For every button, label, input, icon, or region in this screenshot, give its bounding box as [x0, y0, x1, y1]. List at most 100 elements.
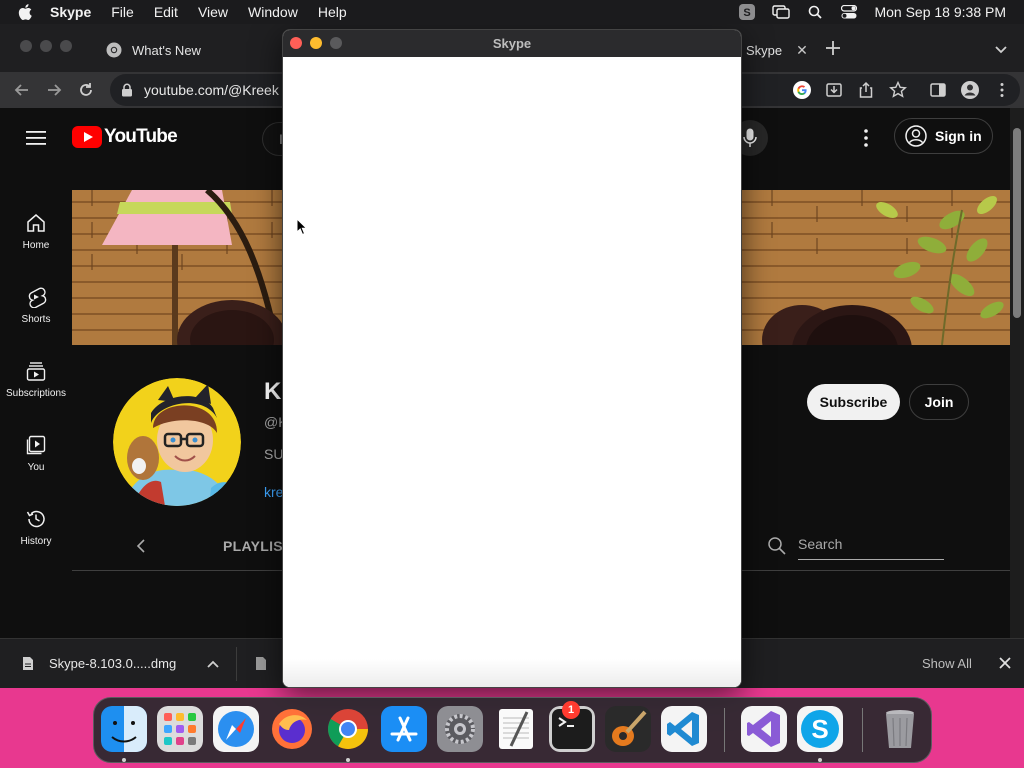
profile-icon[interactable] [960, 80, 980, 100]
chrome-close-button[interactable] [20, 40, 32, 52]
dock: 1 S [93, 697, 932, 763]
channel-search-icon[interactable] [767, 536, 787, 556]
join-button[interactable]: Join [909, 384, 969, 420]
channel-description[interactable]: SU [264, 446, 283, 462]
show-all-downloads-button[interactable]: Show All [922, 656, 972, 671]
download-item-name[interactable]: Skype-8.103.0.....dmg [49, 656, 176, 671]
url-text: youtube.com/@Kreek [144, 82, 279, 98]
dock-launchpad[interactable] [157, 706, 203, 752]
skype-status-icon[interactable]: S [738, 3, 756, 21]
menu-app-name[interactable]: Skype [50, 0, 91, 24]
tabs-scroll-left-icon[interactable] [134, 538, 148, 554]
sidebar-item-label: You [27, 462, 45, 473]
more-options-icon[interactable] [858, 128, 874, 148]
page-scrollbar[interactable] [1010, 108, 1024, 638]
bookmark-star-icon[interactable] [888, 80, 908, 100]
chrome-zoom-button[interactable] [60, 40, 72, 52]
chrome-menu-icon[interactable] [992, 80, 1012, 100]
dock-garageband[interactable] [605, 706, 651, 752]
sign-in-label: Sign in [935, 128, 982, 144]
forward-arrow-icon[interactable] [44, 80, 64, 100]
chrome-favicon-icon [106, 42, 122, 58]
sidebar-item-subscriptions[interactable]: Subscriptions [0, 356, 72, 420]
skype-minimize-button[interactable] [310, 37, 322, 49]
menu-clock[interactable]: Mon Sep 18 9:38 PM [874, 4, 1006, 20]
menu-file[interactable]: File [111, 0, 134, 24]
sidebar-item-shorts[interactable]: Shorts [0, 282, 72, 346]
close-downloads-icon[interactable] [998, 656, 1012, 670]
google-icon[interactable] [792, 80, 812, 100]
dock-separator [862, 708, 863, 752]
channel-name: K [264, 378, 282, 405]
skype-title-bar[interactable]: Skype [283, 30, 741, 57]
install-icon[interactable] [824, 80, 844, 100]
tab-whats-new[interactable]: What's New [106, 34, 201, 66]
dock-chrome[interactable] [325, 706, 371, 752]
tab-search-chevron-icon[interactable] [992, 40, 1010, 58]
tab-playlists[interactable]: PLAYLIS [223, 538, 283, 554]
running-indicator [122, 758, 126, 762]
dock-textedit[interactable] [493, 706, 539, 752]
svg-text:S: S [744, 7, 751, 19]
dock-separator [724, 708, 725, 752]
running-indicator [346, 758, 350, 762]
sidebar-item-label: Home [22, 240, 50, 251]
download-separator [236, 647, 237, 681]
reload-icon[interactable] [76, 80, 96, 100]
menu-help[interactable]: Help [318, 0, 347, 24]
chevron-up-icon[interactable] [206, 658, 220, 670]
mouse-cursor-icon [296, 218, 308, 236]
dock-system-settings[interactable] [437, 706, 483, 752]
sign-in-button[interactable]: Sign in [894, 118, 993, 154]
screen-mirroring-icon[interactable] [772, 3, 791, 21]
apple-logo-icon[interactable] [16, 2, 36, 22]
subscribe-button[interactable]: Subscribe [807, 384, 900, 420]
side-panel-icon[interactable] [928, 80, 948, 100]
dock-safari[interactable] [213, 706, 259, 752]
menu-view[interactable]: View [198, 0, 228, 24]
new-tab-icon[interactable] [823, 38, 843, 58]
tab-skype[interactable]: Skype ✕ [746, 34, 808, 66]
back-arrow-icon[interactable] [12, 80, 32, 100]
skype-window: Skype [282, 29, 742, 688]
file-icon[interactable] [255, 656, 267, 671]
sidebar-item-label: Shorts [21, 314, 51, 325]
home-icon [27, 214, 45, 232]
skype-window-title: Skype [492, 36, 532, 51]
share-icon[interactable] [856, 80, 876, 100]
subscriptions-icon [26, 362, 46, 381]
sidebar-item-home[interactable]: Home [0, 208, 72, 272]
channel-search-input[interactable]: Search [798, 536, 944, 560]
skype-icon: S [797, 706, 843, 752]
firefox-icon [272, 709, 312, 749]
file-icon [23, 657, 33, 670]
skype-content-area[interactable] [283, 57, 741, 687]
scrollbar-thumb[interactable] [1013, 128, 1021, 318]
dock-finder[interactable] [101, 706, 147, 752]
dock-vscode[interactable] [661, 706, 707, 752]
menu-edit[interactable]: Edit [154, 0, 178, 24]
skype-close-button[interactable] [290, 37, 302, 49]
dock-app-store[interactable] [381, 706, 427, 752]
chrome-minimize-button[interactable] [40, 40, 52, 52]
menu-window[interactable]: Window [248, 0, 298, 24]
sidebar-item-you[interactable]: You [0, 430, 72, 494]
gear-icon [437, 706, 483, 752]
trash-icon [886, 710, 914, 748]
tab-close-icon[interactable]: ✕ [796, 42, 808, 59]
dock-skype[interactable]: S [797, 706, 843, 752]
sidebar-item-label: History [20, 536, 52, 547]
youtube-logo[interactable]: YouTube [72, 126, 178, 148]
sidebar-item-history[interactable]: History [0, 504, 72, 568]
control-center-icon[interactable] [840, 3, 858, 21]
skype-zoom-button[interactable] [330, 37, 342, 49]
hamburger-menu-icon[interactable] [26, 130, 46, 146]
dock-firefox[interactable] [269, 706, 315, 752]
lock-icon[interactable] [120, 83, 134, 97]
dock-visual-studio[interactable] [741, 706, 787, 752]
channel-avatar[interactable] [113, 378, 241, 506]
spotlight-search-icon[interactable] [806, 3, 824, 21]
dock-trash[interactable] [877, 706, 923, 752]
tab-label: Skype [746, 42, 783, 58]
notification-badge: 1 [562, 701, 580, 719]
